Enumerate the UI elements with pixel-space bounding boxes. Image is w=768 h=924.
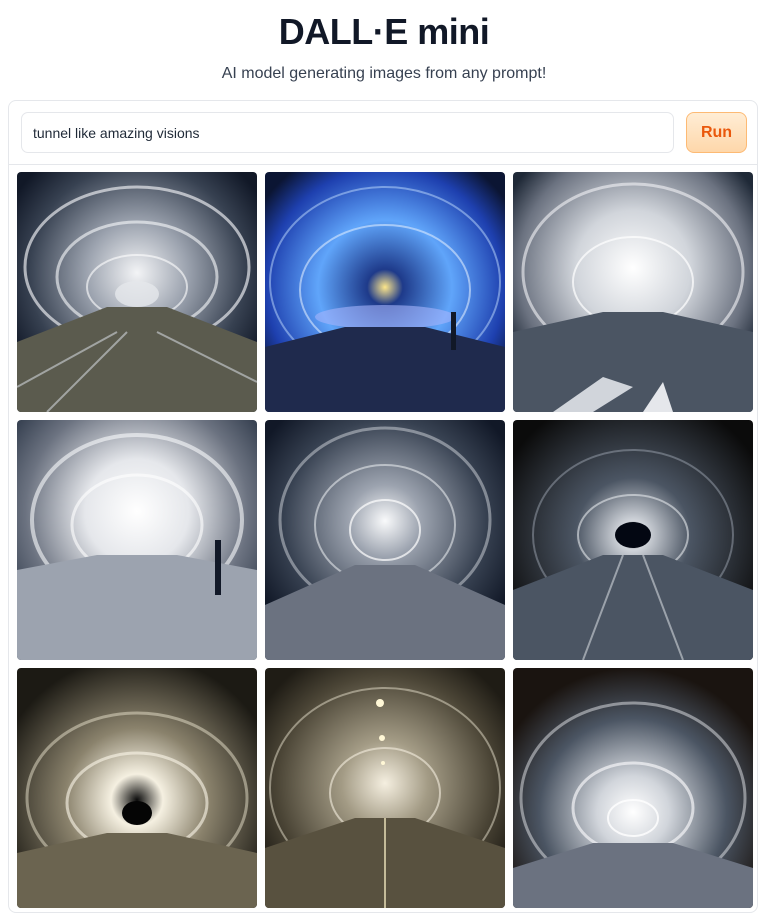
generated-image-5[interactable] [265, 420, 505, 660]
prompt-row: Run [9, 101, 757, 165]
generated-image-3[interactable] [513, 172, 753, 412]
page-subtitle: AI model generating images from any prom… [221, 65, 547, 82]
dalle-mini-page: DALL·E mini AI model generating images f… [0, 0, 768, 924]
tunnel-image [265, 172, 505, 412]
image-gallery [17, 172, 753, 908]
generated-image-1[interactable] [17, 172, 257, 412]
run-button[interactable]: Run [686, 112, 747, 153]
generated-image-4[interactable] [17, 420, 257, 660]
generated-image-9[interactable] [513, 668, 753, 908]
page-title: DALL·E mini [278, 11, 490, 52]
tunnel-image [513, 172, 753, 412]
generated-image-2[interactable] [265, 172, 505, 412]
prompt-input[interactable] [21, 112, 674, 153]
tunnel-image [513, 420, 753, 660]
tunnel-image [513, 668, 753, 908]
generated-image-8[interactable] [265, 668, 505, 908]
tunnel-image [17, 668, 257, 908]
tunnel-image [265, 420, 505, 660]
tunnel-image [17, 420, 257, 660]
generated-image-6[interactable] [513, 420, 753, 660]
tunnel-image [265, 668, 505, 908]
generator-panel: Run [8, 100, 758, 913]
tunnel-image [17, 172, 257, 412]
generated-image-7[interactable] [17, 668, 257, 908]
